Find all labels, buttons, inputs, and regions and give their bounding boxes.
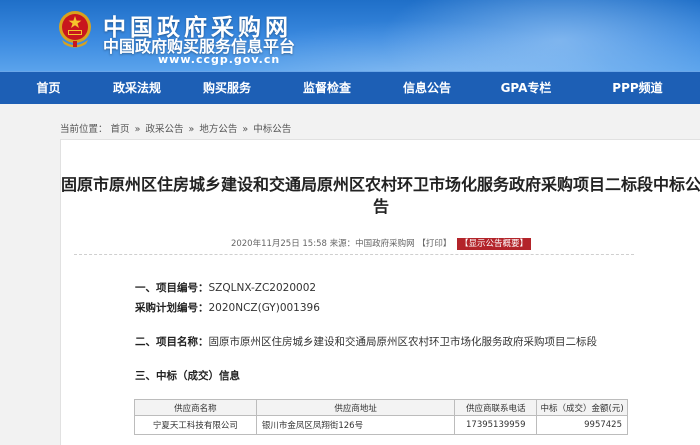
project-name: 二、项目名称：固原市原州区住房城乡建设和交通局原州区农村环卫市场化服务政府采购项…: [135, 334, 597, 349]
divider: [74, 254, 634, 255]
result-heading: 三、中标（成交）信息: [135, 368, 240, 383]
breadcrumb-separator: »: [134, 124, 141, 135]
column-header: 中标（成交）金额(元): [536, 399, 628, 416]
column-header: 供应商联系电话: [454, 399, 538, 416]
breadcrumb-award[interactable]: 中标公告: [253, 124, 291, 135]
nav-item-ppp[interactable]: PPP频道: [575, 72, 700, 105]
table-header-row: 供应商名称 供应商地址 供应商联系电话 中标（成交）金额(元): [134, 399, 628, 416]
print-link[interactable]: 【打印】: [417, 239, 451, 249]
nav-item-regulations[interactable]: 政采法规: [97, 72, 177, 105]
nav-item-supervision[interactable]: 监督检查: [277, 72, 377, 105]
header-banner: 中国政府采购网 中国政府购买服务信息平台 www.ccgp.gov.cn: [0, 0, 700, 71]
site-url: www.ccgp.gov.cn: [158, 53, 281, 66]
main-nav: 首页 政采法规 购买服务 监督检查 信息公告 GPA专栏 PPP频道: [0, 71, 700, 104]
publish-info: 2020年11月25日 15:58 来源：中国政府采购网: [230, 239, 415, 249]
nav-item-announcements[interactable]: 信息公告: [377, 72, 477, 105]
breadcrumb-procurement[interactable]: 政采公告: [145, 124, 183, 135]
project-name-value: 固原市原州区住房城乡建设和交通局原州区农村环卫市场化服务政府采购项目二标段: [208, 336, 598, 348]
plan-number: 采购计划编号：2020NCZ(GY)001396: [135, 300, 320, 315]
breadcrumb-home[interactable]: 首页: [111, 124, 130, 135]
result-table: 供应商名称 供应商地址 供应商联系电话 中标（成交）金额(元) 宁夏天工科技有限…: [134, 399, 628, 435]
article-title: 固原市原州区住房城乡建设和交通局原州区农村环卫市场化服务政府采购项目二标段中标公…: [61, 175, 700, 216]
column-header: 供应商地址: [255, 399, 456, 416]
table-row: 宁夏天工科技有限公司 银川市金凤区凤翔街126号 17395139959 995…: [134, 415, 628, 435]
nav-item-purchase-services[interactable]: 购买服务: [177, 72, 277, 105]
plan-number-label: 采购计划编号：: [135, 302, 209, 314]
show-summary-button[interactable]: 【显示公告概要】: [457, 238, 532, 250]
result-heading-text: 三、中标（成交）信息: [135, 370, 240, 382]
project-number: 一、项目编号：SZQLNX-ZC2020002: [135, 280, 316, 295]
article-card: 固原市原州区住房城乡建设和交通局原州区农村环卫市场化服务政府采购项目二标段中标公…: [60, 139, 700, 445]
supplier-name: 宁夏天工科技有限公司: [134, 415, 257, 435]
column-header: 供应商名称: [134, 399, 257, 416]
project-number-label: 一、项目编号：: [135, 282, 209, 294]
plan-number-value: 2020NCZ(GY)001396: [208, 302, 320, 314]
supplier-address: 银川市金凤区凤翔街126号: [255, 415, 456, 435]
supplier-phone: 17395139959: [454, 415, 538, 435]
project-number-value: SZQLNX-ZC2020002: [208, 282, 317, 294]
nav-item-gpa[interactable]: GPA专栏: [477, 72, 575, 105]
article-meta: 2020年11月25日 15:58 来源：中国政府采购网 【打印】 【显示公告概…: [61, 237, 700, 250]
breadcrumb-prefix: 当前位置：: [60, 124, 108, 135]
national-emblem-icon: [59, 11, 91, 48]
breadcrumb: 当前位置： 首页 » 政采公告 » 地方公告 » 中标公告: [60, 121, 291, 135]
breadcrumb-separator: »: [242, 124, 249, 135]
project-name-label: 二、项目名称：: [135, 336, 209, 348]
breadcrumb-separator: »: [188, 124, 195, 135]
breadcrumb-local[interactable]: 地方公告: [199, 124, 237, 135]
nav-item-home[interactable]: 首页: [0, 72, 97, 105]
award-amount: 9957425: [536, 415, 628, 435]
